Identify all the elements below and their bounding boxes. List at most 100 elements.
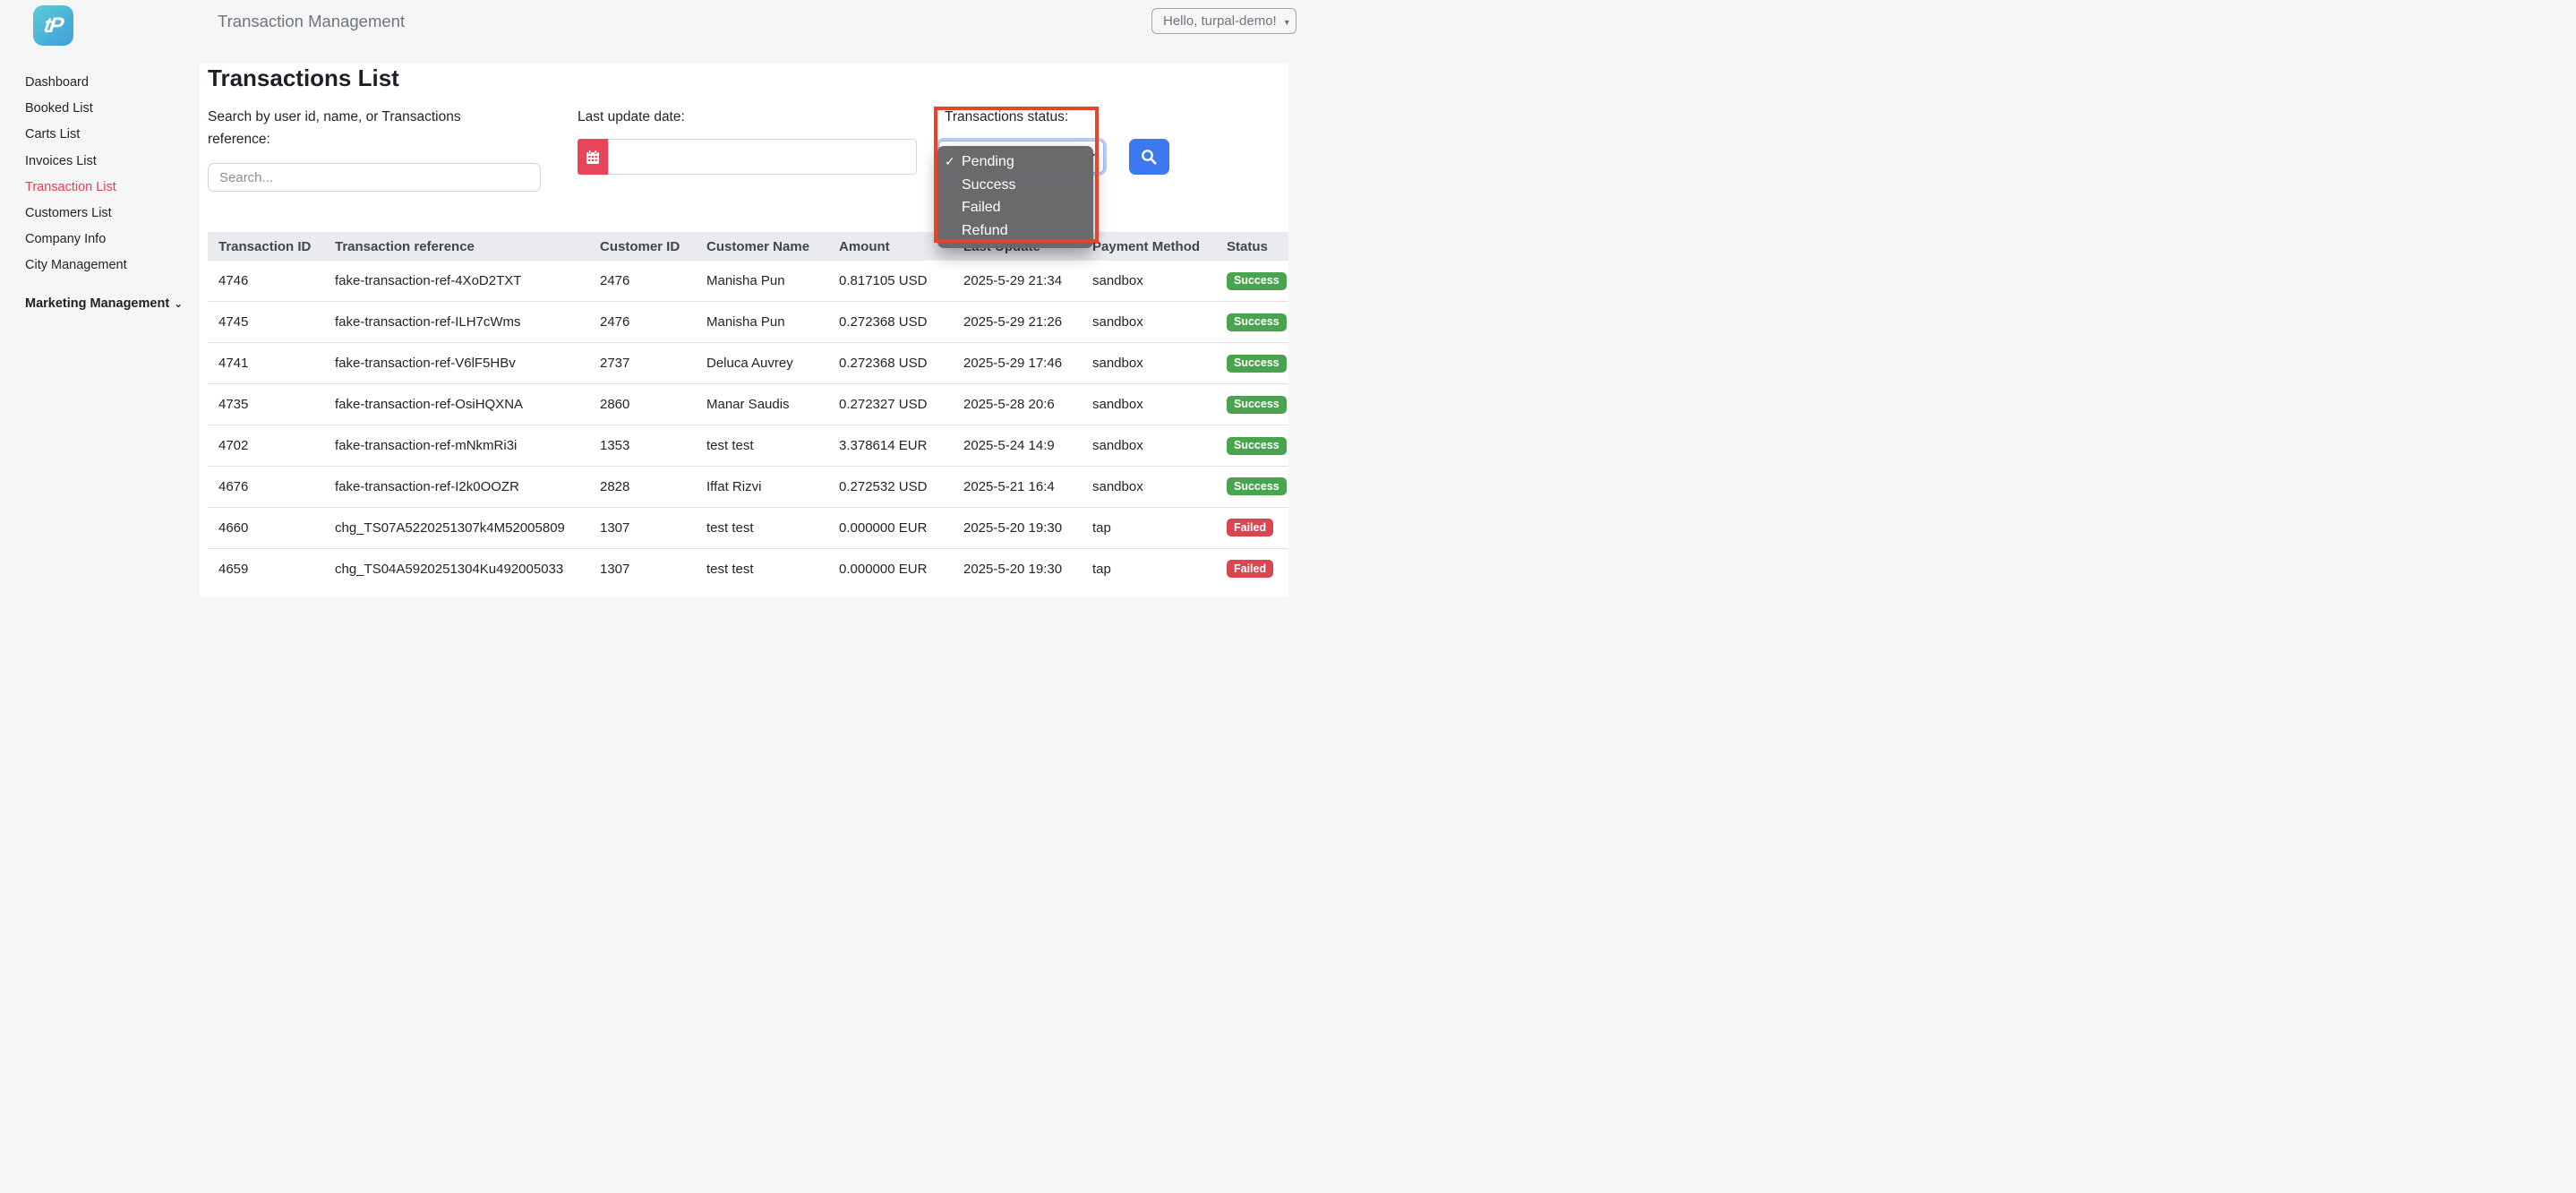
table-row: 4659 chg_TS04A5920251304Ku492005033 1307 te… bbox=[208, 547, 1288, 590]
cell-last-update: 2025-5-29 21:26 bbox=[953, 301, 1082, 343]
cell-status: Success bbox=[1216, 465, 1288, 508]
cell-id: 4676 bbox=[208, 465, 324, 508]
checkmark-icon: ✓ bbox=[945, 154, 955, 169]
status-badge: Success bbox=[1227, 395, 1287, 414]
sidebar-section-marketing-management[interactable]: Marketing Management ⌄ bbox=[25, 291, 193, 317]
cell-last-update: 2025-5-24 14:9 bbox=[953, 425, 1082, 467]
status-badge: Success bbox=[1227, 477, 1287, 496]
cell-customer-name: test test bbox=[696, 425, 828, 467]
cell-id: 4735 bbox=[208, 383, 324, 425]
cell-last-update: 2025-5-20 19:30 bbox=[953, 506, 1082, 549]
table-header: Transaction ID Transaction reference Custo… bbox=[208, 232, 1288, 261]
app-logo[interactable]: tP bbox=[33, 5, 73, 46]
table-row: 4741 fake-transaction-ref-V6lF5HBv 2737 Del… bbox=[208, 342, 1288, 384]
cell-reference: chg_TS07A5220251307k4M52005809 bbox=[324, 506, 589, 549]
sidebar-item-booked-list[interactable]: Booked List bbox=[25, 96, 193, 122]
search-button[interactable] bbox=[1129, 139, 1169, 175]
cell-reference: fake-transaction-ref-mNkmRi3i bbox=[324, 425, 589, 467]
cell-id: 4741 bbox=[208, 342, 324, 384]
cell-customer-name: Manisha Pun bbox=[696, 301, 828, 343]
cell-customer-name: Iffat Rizvi bbox=[696, 465, 828, 508]
table-row: 4746 fake-transaction-ref-4XoD2TXT 2476 Man… bbox=[208, 261, 1288, 302]
cell-status: Success bbox=[1216, 261, 1288, 302]
cell-customer-name: Deluca Auvrey bbox=[696, 342, 828, 384]
calendar-icon bbox=[586, 149, 599, 164]
column-header-amount: Amount bbox=[828, 232, 953, 261]
cell-status: Success bbox=[1216, 301, 1288, 343]
table-row: 4660 chg_TS07A5220251307k4M52005809 1307 te… bbox=[208, 506, 1288, 549]
cell-customer-name: test test bbox=[696, 547, 828, 590]
sidebar-item-customers-list[interactable]: Customers List bbox=[25, 201, 193, 227]
cell-status: Failed bbox=[1216, 547, 1288, 590]
cell-id: 4660 bbox=[208, 506, 324, 549]
date-filter-group bbox=[578, 139, 917, 175]
status-dropdown-menu: ✓ Pending ✓Success✓Failed✓Refund bbox=[937, 146, 1093, 248]
cell-reference: chg_TS04A5920251304Ku492005033 bbox=[324, 547, 589, 590]
dropdown-option-refund[interactable]: ✓Refund bbox=[937, 219, 1093, 243]
cell-customer-name: Manar Saudis bbox=[696, 383, 828, 425]
status-badge: Success bbox=[1227, 313, 1287, 331]
cell-reference: fake-transaction-ref-V6lF5HBv bbox=[324, 342, 589, 384]
column-header-transaction-reference: Transaction reference bbox=[324, 232, 589, 261]
cell-status: Success bbox=[1216, 425, 1288, 467]
column-header-transaction-id: Transaction ID bbox=[208, 232, 324, 261]
cell-payment-method: sandbox bbox=[1082, 342, 1216, 384]
cell-reference: fake-transaction-ref-OsiHQXNA bbox=[324, 383, 589, 425]
sidebar-item-company-info[interactable]: Company Info bbox=[25, 227, 193, 253]
cell-reference: fake-transaction-ref-I2k0OOZR bbox=[324, 465, 589, 508]
cell-id: 4659 bbox=[208, 547, 324, 590]
search-input[interactable] bbox=[208, 163, 541, 192]
sidebar-section-label: Marketing Management bbox=[25, 296, 170, 311]
dropdown-option-failed[interactable]: ✓Failed bbox=[937, 197, 1093, 220]
cell-id: 4746 bbox=[208, 261, 324, 302]
sidebar-item-city-management[interactable]: City Management bbox=[25, 253, 193, 279]
cell-customer-id: 1307 bbox=[589, 506, 696, 549]
cell-last-update: 2025-5-21 16:4 bbox=[953, 465, 1082, 508]
column-header-payment-method: Payment Method bbox=[1082, 232, 1216, 261]
cell-customer-id: 2737 bbox=[589, 342, 696, 384]
cell-amount: 0.000000 EUR bbox=[828, 506, 953, 549]
last-update-date-input[interactable] bbox=[608, 139, 917, 175]
status-badge: Success bbox=[1227, 354, 1287, 373]
sidebar-item-transaction-list[interactable]: Transaction List bbox=[25, 175, 193, 201]
status-badge: Success bbox=[1227, 271, 1287, 290]
cell-payment-method: sandbox bbox=[1082, 261, 1216, 302]
dropdown-option-pending[interactable]: ✓ Pending bbox=[937, 150, 1093, 174]
cell-amount: 0.272327 USD bbox=[828, 383, 953, 425]
status-badge: Failed bbox=[1227, 519, 1274, 537]
cell-amount: 0.000000 EUR bbox=[828, 547, 953, 590]
table-row: 4735 fake-transaction-ref-OsiHQXNA 2860 Man… bbox=[208, 383, 1288, 425]
cell-amount: 0.817105 USD bbox=[828, 261, 953, 302]
cell-reference: fake-transaction-ref-4XoD2TXT bbox=[324, 261, 589, 302]
cell-status: Success bbox=[1216, 342, 1288, 384]
dropdown-option-success[interactable]: ✓Success bbox=[937, 174, 1093, 197]
cell-customer-id: 2860 bbox=[589, 383, 696, 425]
cell-last-update: 2025-5-20 19:30 bbox=[953, 547, 1082, 590]
search-icon bbox=[1142, 149, 1157, 165]
main-panel: Transactions List Search by user id, nam… bbox=[200, 64, 1288, 596]
cell-payment-method: tap bbox=[1082, 506, 1216, 549]
status-badge: Failed bbox=[1227, 560, 1274, 579]
cell-customer-id: 1353 bbox=[589, 425, 696, 467]
dropdown-option-label: Success bbox=[962, 176, 1016, 193]
caret-down-icon: ▼ bbox=[1282, 17, 1291, 27]
cell-customer-id: 2476 bbox=[589, 301, 696, 343]
cell-id: 4745 bbox=[208, 301, 324, 343]
cell-amount: 0.272532 USD bbox=[828, 465, 953, 508]
sidebar-item-dashboard[interactable]: Dashboard bbox=[25, 70, 193, 96]
cell-status: Success bbox=[1216, 383, 1288, 425]
logo-icon: tP bbox=[41, 13, 64, 38]
calendar-button[interactable] bbox=[578, 139, 608, 175]
table-row: 4676 fake-transaction-ref-I2k0OOZR 2828 Iff… bbox=[208, 465, 1288, 508]
dropdown-option-label: Refund bbox=[962, 223, 1008, 239]
sidebar-item-invoices-list[interactable]: Invoices List bbox=[25, 149, 193, 175]
cell-payment-method: sandbox bbox=[1082, 383, 1216, 425]
date-filter-label: Last update date: bbox=[578, 109, 685, 124]
app-window: tP Dashboard Booked List Carts List Invoice… bbox=[0, 0, 1297, 596]
transactions-table: Transaction ID Transaction reference Custo… bbox=[208, 232, 1288, 590]
cell-payment-method: sandbox bbox=[1082, 301, 1216, 343]
sidebar-item-carts-list[interactable]: Carts List bbox=[25, 122, 193, 148]
user-menu-button[interactable]: Hello, turpal-demo! ▼ bbox=[1151, 8, 1297, 34]
cell-payment-method: sandbox bbox=[1082, 465, 1216, 508]
cell-customer-name: test test bbox=[696, 506, 828, 549]
